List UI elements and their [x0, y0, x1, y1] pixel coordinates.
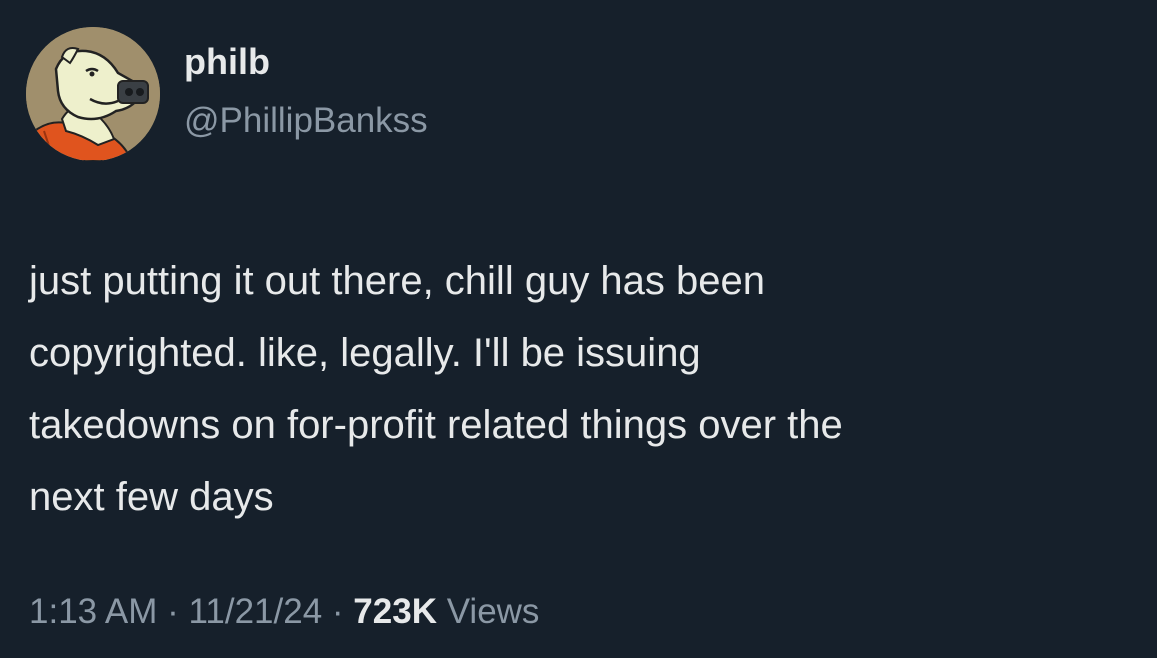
tweet-text-line: takedowns on for-profit related things o…: [29, 403, 843, 447]
tweet-text-line: next few days: [29, 475, 274, 519]
avatar-image: [26, 27, 160, 161]
tweet-text-line: copyrighted. like, legally. I'll be issu…: [29, 331, 701, 375]
tweet-metadata: 1:13 AM · 11/21/24 · 723K Views: [29, 594, 539, 629]
tweet-card: philb @PhillipBankss just putting it out…: [0, 0, 1157, 658]
meta-separator: ·: [157, 592, 189, 631]
views-count[interactable]: 723K: [353, 592, 437, 631]
tweet-text-line: just putting it out there, chill guy has…: [29, 259, 766, 303]
author-handle[interactable]: @PhillipBankss: [184, 103, 428, 138]
author-display-name[interactable]: philb: [184, 44, 270, 80]
tweet-text: just putting it out there, chill guy has…: [29, 245, 1129, 533]
tweet-time[interactable]: 1:13 AM: [29, 592, 157, 631]
views-label[interactable]: Views: [447, 592, 540, 631]
avatar[interactable]: [26, 27, 160, 161]
tweet-date[interactable]: 11/21/24: [189, 592, 323, 631]
meta-separator: ·: [322, 592, 354, 631]
